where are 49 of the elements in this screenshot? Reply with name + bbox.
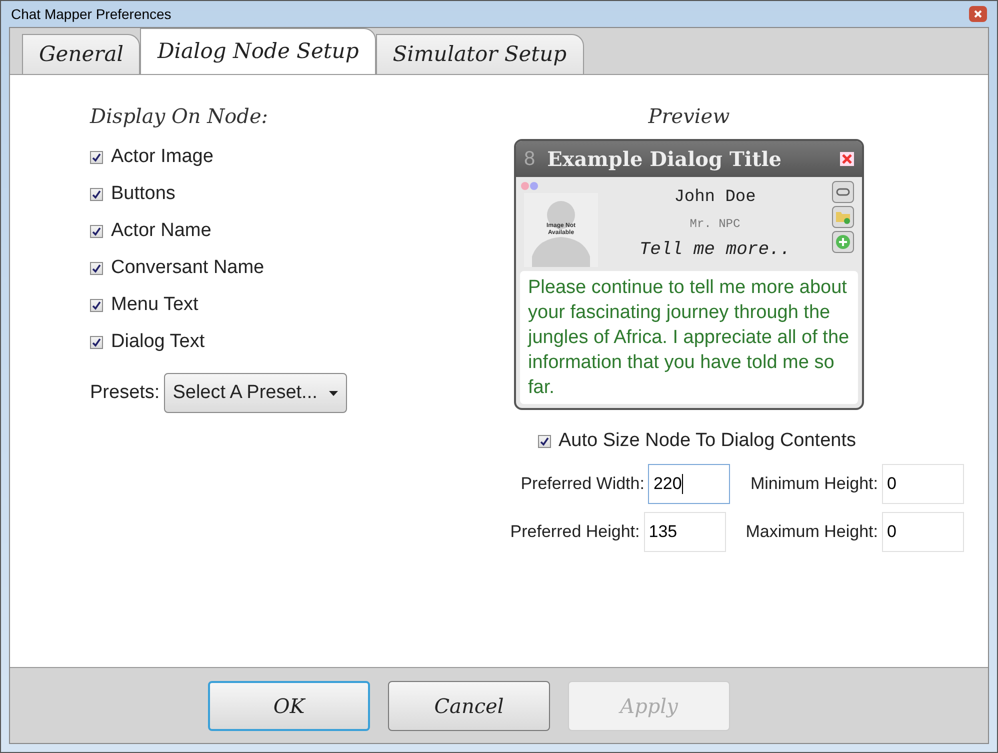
dialog-text: Please continue to tell me more about your fascinating journey through the jungles of Africa. I appreciate all of the information that you have told me so far. [520, 271, 858, 404]
tab[interactable]: General [22, 34, 140, 74]
dialog-button[interactable]: OK [208, 680, 370, 730]
checkbox-label: Actor Name [111, 219, 212, 244]
window-title: Chat Mapper Preferences [11, 4, 172, 24]
link-button[interactable] [832, 181, 854, 203]
checkbox[interactable] [90, 262, 103, 275]
tab[interactable]: Simulator Setup [376, 34, 584, 74]
link-icon [836, 188, 850, 196]
checkbox-label: Menu Text [111, 293, 198, 318]
checkbox-label: Conversant Name [111, 256, 264, 280]
tab[interactable]: Dialog Node Setup [140, 28, 376, 74]
checkbox[interactable] [90, 188, 103, 201]
checkbox-label: Dialog Text [111, 330, 205, 354]
close-button[interactable] [969, 6, 987, 22]
actor-name: John Doe [674, 187, 756, 209]
input-field[interactable]: 0 [882, 464, 964, 504]
presets-label: Presets: [90, 380, 160, 405]
field-label: Maximum Height: [746, 520, 878, 543]
field-label: Minimum Height: [750, 472, 878, 495]
node-number: 8 [524, 147, 536, 172]
field-label: Preferred Height: [510, 520, 640, 543]
menu-text: Tell me more.. [639, 238, 791, 262]
checkbox-label: Actor Image [111, 145, 214, 170]
checkbox-label: Buttons [111, 182, 176, 206]
silhouette-icon [532, 199, 590, 267]
checkbox-label: Auto Size Node To Dialog Contents [558, 429, 856, 453]
section-heading: Display On Node: [90, 103, 270, 130]
folder-button[interactable] [832, 206, 854, 228]
conversant-name: Mr. NPC [690, 216, 740, 232]
checkbox[interactable] [90, 151, 103, 164]
close-icon [840, 152, 854, 166]
add-icon [835, 234, 851, 250]
node-title: Example Dialog Title [547, 146, 783, 173]
close-icon [974, 10, 982, 18]
checkbox[interactable] [538, 434, 550, 448]
input-field[interactable]: 135 [644, 512, 726, 552]
input-field[interactable]: 0 [882, 512, 964, 552]
checkbox[interactable] [90, 336, 103, 349]
input-field[interactable]: 220 [648, 464, 730, 504]
checkbox[interactable] [90, 225, 103, 238]
checkbox[interactable] [90, 299, 103, 312]
add-button[interactable] [832, 231, 854, 253]
field-label: Preferred Width: [520, 472, 644, 495]
presets-dropdown[interactable]: Select A Preset... [164, 373, 348, 413]
caret-icon [329, 390, 338, 396]
dialog-button[interactable]: Cancel [388, 680, 550, 730]
preview-heading: Preview [648, 103, 730, 130]
folder-icon [835, 210, 851, 224]
